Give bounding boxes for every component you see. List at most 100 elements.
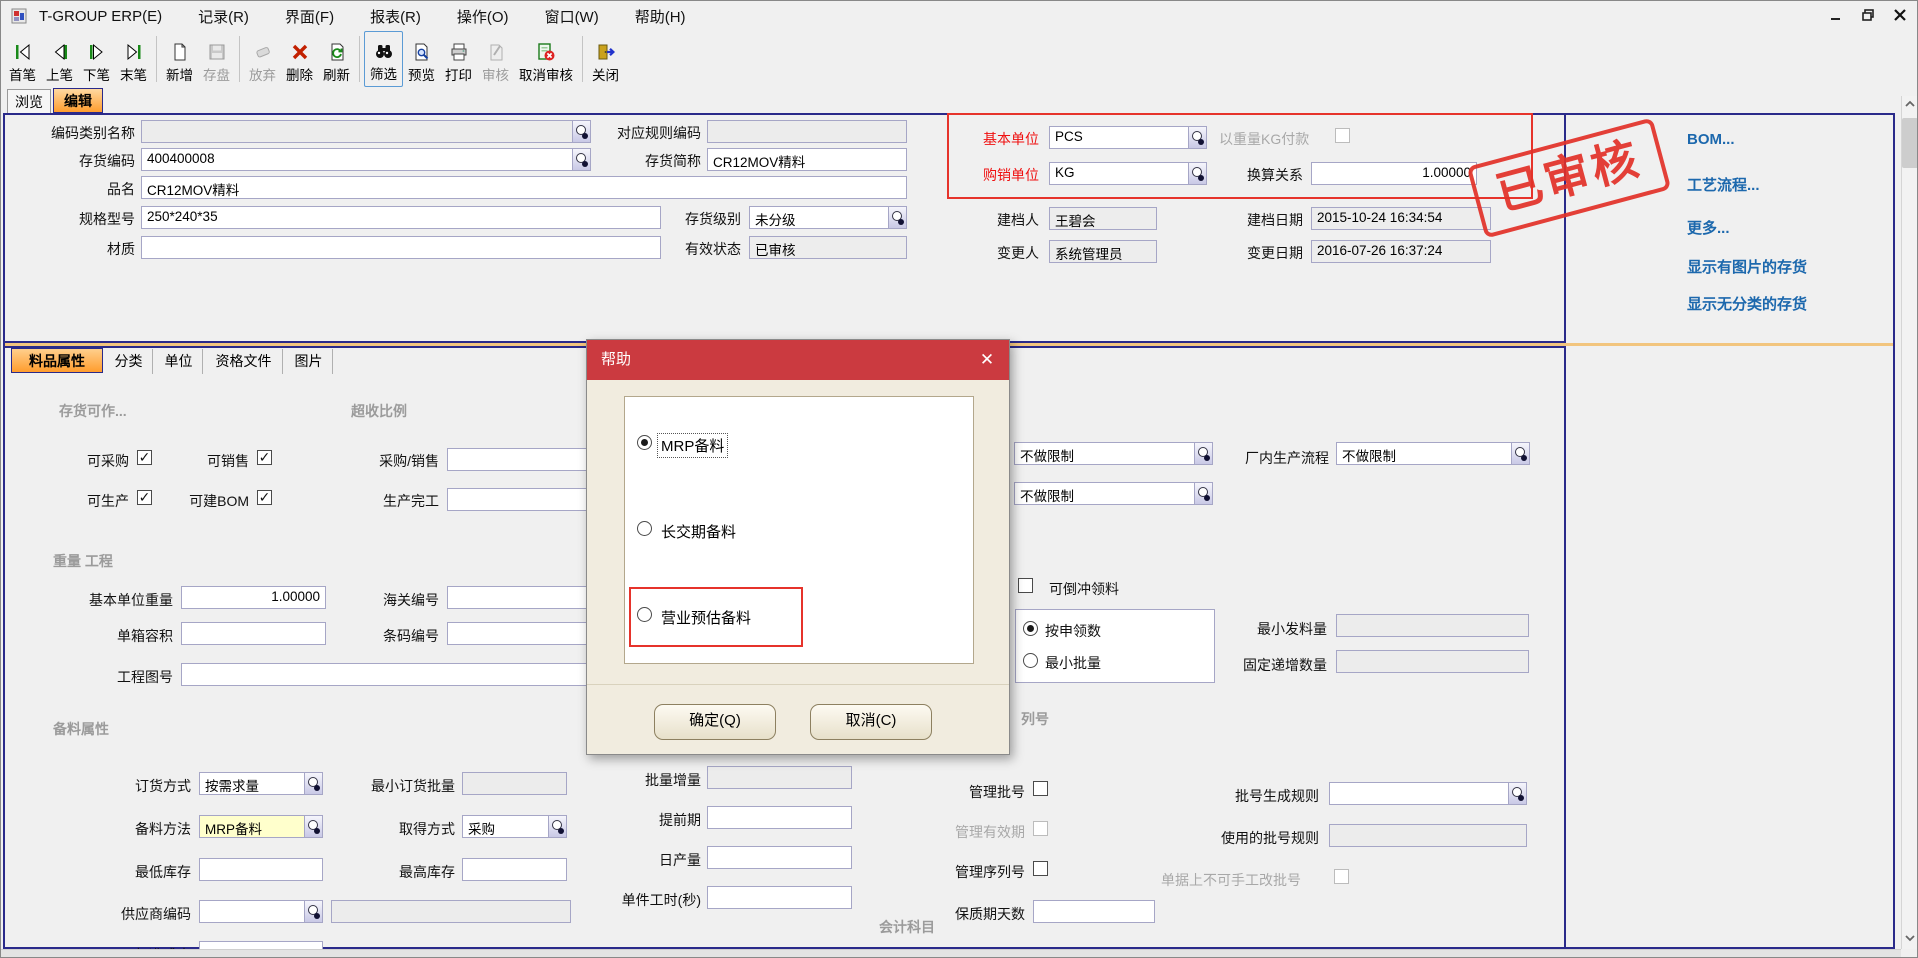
item-name-field[interactable]: CR12MOV精料: [141, 176, 907, 199]
toolbar-next-button[interactable]: 下笔: [78, 31, 115, 87]
tab-edit[interactable]: 编辑: [53, 88, 103, 113]
sellable-checkbox[interactable]: [257, 450, 272, 465]
link-show-with-image[interactable]: 显示有图片的存货: [1687, 256, 1807, 277]
menu-item-window[interactable]: 窗口(W): [545, 6, 599, 27]
menu-item-app[interactable]: T-GROUP ERP(E): [39, 8, 162, 25]
purchasable-checkbox[interactable]: [137, 450, 152, 465]
producible-checkbox[interactable]: [137, 490, 152, 505]
spec-field[interactable]: 250*240*35: [141, 206, 661, 229]
menu-item-record[interactable]: 记录(R): [198, 6, 249, 27]
factory-flow-field[interactable]: 不做限制: [1336, 442, 1530, 465]
box-volume-field[interactable]: [181, 622, 326, 645]
detail-tab-image[interactable]: 图片: [285, 349, 333, 374]
toolbar-new-button[interactable]: 新增: [161, 31, 198, 87]
limit-2-lookup-icon[interactable]: [1194, 482, 1213, 505]
link-more[interactable]: 更多...: [1687, 217, 1730, 238]
daily-output-field[interactable]: [707, 846, 852, 869]
restore-icon[interactable]: [1857, 8, 1879, 25]
batch-rule-field[interactable]: [1329, 782, 1527, 805]
link-bom[interactable]: BOM...: [1687, 131, 1735, 148]
base-unit-lookup-icon[interactable]: [1188, 126, 1207, 149]
detail-tab-attributes[interactable]: 料品属性: [11, 348, 103, 373]
toolbar-preview-button[interactable]: 预览: [403, 31, 440, 87]
detail-tab-qualification[interactable]: 资格文件: [205, 349, 283, 374]
toolbar-first-button[interactable]: 首笔: [4, 31, 41, 87]
min-stock-field[interactable]: [199, 858, 323, 881]
cancel-button[interactable]: 取消(C): [810, 704, 932, 740]
toolbar-delete-button[interactable]: 删除: [281, 31, 318, 87]
no-manual-batch-checkbox[interactable]: [1334, 869, 1349, 884]
menu-item-help[interactable]: 帮助(H): [635, 6, 686, 27]
toolbar-save-button[interactable]: 存盘: [198, 31, 235, 87]
vertical-scroll-thumb[interactable]: [1902, 118, 1918, 168]
item-code-lookup-icon[interactable]: [572, 148, 591, 171]
menu-item-operate[interactable]: 操作(O): [457, 6, 509, 27]
toolbar-last-button[interactable]: 末笔: [115, 31, 152, 87]
fixed-increment-field[interactable]: [1336, 650, 1529, 673]
backflush-checkbox[interactable]: [1018, 578, 1033, 593]
option-forecast-label[interactable]: 营业预估备料: [661, 607, 751, 628]
unit-hours-field[interactable]: [707, 886, 852, 909]
toolbar-close-button[interactable]: 关闭: [587, 31, 624, 87]
dialog-close-icon[interactable]: ✕: [975, 348, 999, 372]
horizontal-scrollbar[interactable]: [1, 949, 1901, 958]
reserve-method-lookup-icon[interactable]: [304, 815, 323, 838]
option-long-lead-radio[interactable]: [637, 521, 652, 536]
minimize-icon[interactable]: [1825, 8, 1847, 25]
factory-flow-lookup-icon[interactable]: [1511, 442, 1530, 465]
can-bom-checkbox[interactable]: [257, 490, 272, 505]
ok-button[interactable]: 确定(Q): [654, 704, 776, 740]
min-batch-radio[interactable]: [1023, 653, 1038, 668]
item-abbr-field[interactable]: CR12MOV精料: [707, 148, 907, 171]
trade-unit-field[interactable]: KG: [1049, 162, 1207, 185]
link-show-unclassified[interactable]: 显示无分类的存货: [1687, 293, 1807, 314]
toolbar-audit-button[interactable]: 审核: [477, 31, 514, 87]
limit-field-1[interactable]: 不做限制: [1014, 442, 1213, 465]
base-unit-weight-field[interactable]: 1.00000: [181, 586, 326, 609]
shelf-life-field[interactable]: [1033, 900, 1155, 923]
conversion-field[interactable]: 1.00000: [1311, 162, 1477, 185]
item-code-field[interactable]: 400400008: [141, 148, 591, 171]
tab-browse[interactable]: 浏览: [7, 89, 51, 113]
detail-tab-category[interactable]: 分类: [105, 349, 153, 374]
detail-tab-unit[interactable]: 单位: [155, 349, 203, 374]
option-mrp-radio[interactable]: [637, 435, 652, 450]
code-category-field[interactable]: [141, 120, 591, 143]
level-lookup-icon[interactable]: [888, 206, 907, 229]
batch-increment-field[interactable]: [707, 766, 852, 789]
trade-unit-lookup-icon[interactable]: [1188, 162, 1207, 185]
material-field[interactable]: [141, 236, 661, 259]
toolbar-discard-button[interactable]: 放弃: [244, 31, 281, 87]
toolbar-filter-button[interactable]: 筛选: [364, 31, 403, 87]
scroll-down-icon[interactable]: [1902, 930, 1918, 948]
level-field[interactable]: 未分级: [749, 206, 907, 229]
menu-item-interface[interactable]: 界面(F): [285, 6, 334, 27]
lead-time-field[interactable]: [707, 806, 852, 829]
option-mrp-label[interactable]: MRP备料: [658, 434, 727, 457]
min-order-field[interactable]: [462, 772, 567, 795]
min-issue-field[interactable]: [1336, 614, 1529, 637]
toolbar-print-button[interactable]: 打印: [440, 31, 477, 87]
toolbar-refresh-button[interactable]: 刷新: [318, 31, 355, 87]
close-icon[interactable]: [1889, 8, 1911, 25]
max-stock-field[interactable]: [462, 858, 567, 881]
scroll-up-icon[interactable]: [1902, 96, 1918, 114]
batch-rule-lookup-icon[interactable]: [1508, 782, 1527, 805]
toolbar-prev-button[interactable]: 上笔: [41, 31, 78, 87]
toolbar-cancel-audit-button[interactable]: 取消审核: [514, 31, 578, 87]
rule-code-field[interactable]: [707, 120, 907, 143]
base-unit-field[interactable]: PCS: [1049, 126, 1207, 149]
order-mode-lookup-icon[interactable]: [304, 772, 323, 795]
menu-item-report[interactable]: 报表(R): [370, 6, 421, 27]
option-long-lead-label[interactable]: 长交期备料: [661, 521, 736, 542]
limit-1-lookup-icon[interactable]: [1194, 442, 1213, 465]
option-forecast-radio[interactable]: [637, 607, 652, 622]
acquire-mode-lookup-icon[interactable]: [548, 815, 567, 838]
manage-batch-checkbox[interactable]: [1033, 781, 1048, 796]
supplier-code-lookup-icon[interactable]: [304, 900, 323, 923]
link-process-flow[interactable]: 工艺流程...: [1687, 174, 1760, 195]
manage-serial-checkbox[interactable]: [1033, 861, 1048, 876]
by-request-radio[interactable]: [1023, 621, 1038, 636]
manage-validity-checkbox[interactable]: [1033, 821, 1048, 836]
code-category-lookup-icon[interactable]: [572, 120, 591, 143]
